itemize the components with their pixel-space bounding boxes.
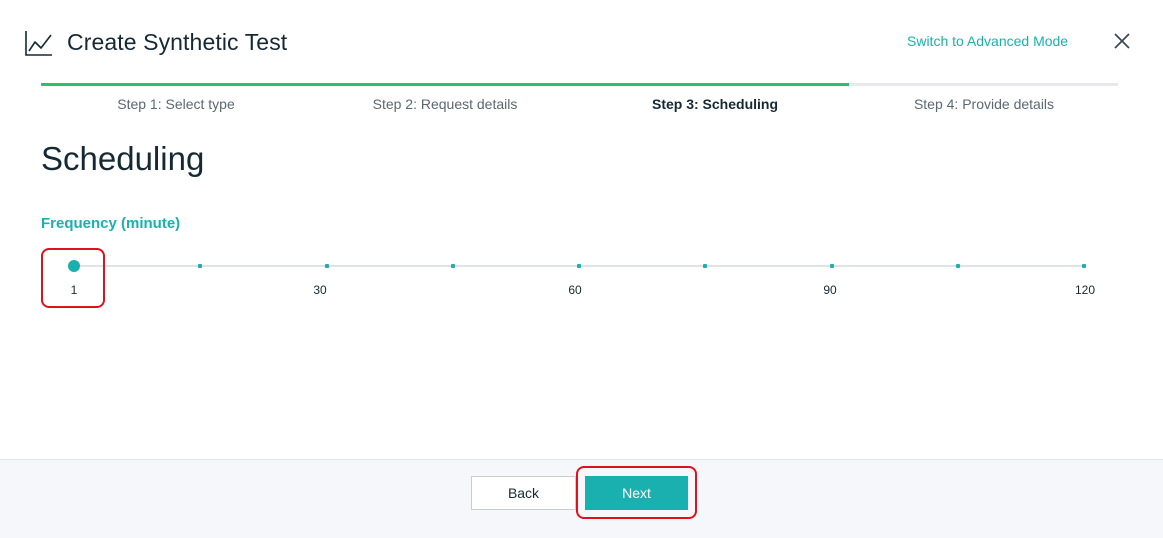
close-icon[interactable]: [1112, 31, 1132, 51]
tick-label: 120: [1074, 283, 1096, 297]
step-request-details: Step 2: Request details: [372, 96, 518, 112]
step-scheduling: Step 3: Scheduling: [651, 96, 778, 112]
frequency-slider[interactable]: [68, 258, 1086, 274]
slider-step-dot: [955, 264, 960, 268]
dialog-header: Create Synthetic Test Switch to Advanced…: [0, 0, 1163, 84]
slider-highlight-box: [41, 248, 105, 308]
progress-fill: [41, 83, 849, 86]
tick-label: 30: [313, 283, 327, 297]
step-select-type: Step 1: Select type: [117, 96, 235, 112]
slider-step-dot: [198, 264, 203, 268]
tick-label: 90: [823, 283, 837, 297]
next-highlight-box: [576, 466, 697, 519]
tick-label: 60: [568, 283, 582, 297]
dialog-title: Create Synthetic Test: [67, 29, 288, 55]
progress-bar: [41, 83, 1118, 86]
slider-step-dot: [1082, 264, 1086, 268]
back-button[interactable]: Back: [471, 476, 576, 510]
step-provide-details: Step 4: Provide details: [913, 96, 1055, 112]
slider-step-dot: [703, 264, 708, 268]
frequency-label: Frequency (minute): [41, 215, 181, 232]
line-chart-icon: [25, 31, 52, 56]
section-title: Scheduling: [41, 140, 205, 177]
slider-step-dot: [324, 264, 329, 268]
switch-advanced-mode-link[interactable]: Switch to Advanced Mode: [907, 33, 1068, 49]
slider-step-dot: [450, 264, 455, 268]
slider-step-dot: [577, 264, 581, 268]
slider-step-dot: [829, 264, 834, 268]
